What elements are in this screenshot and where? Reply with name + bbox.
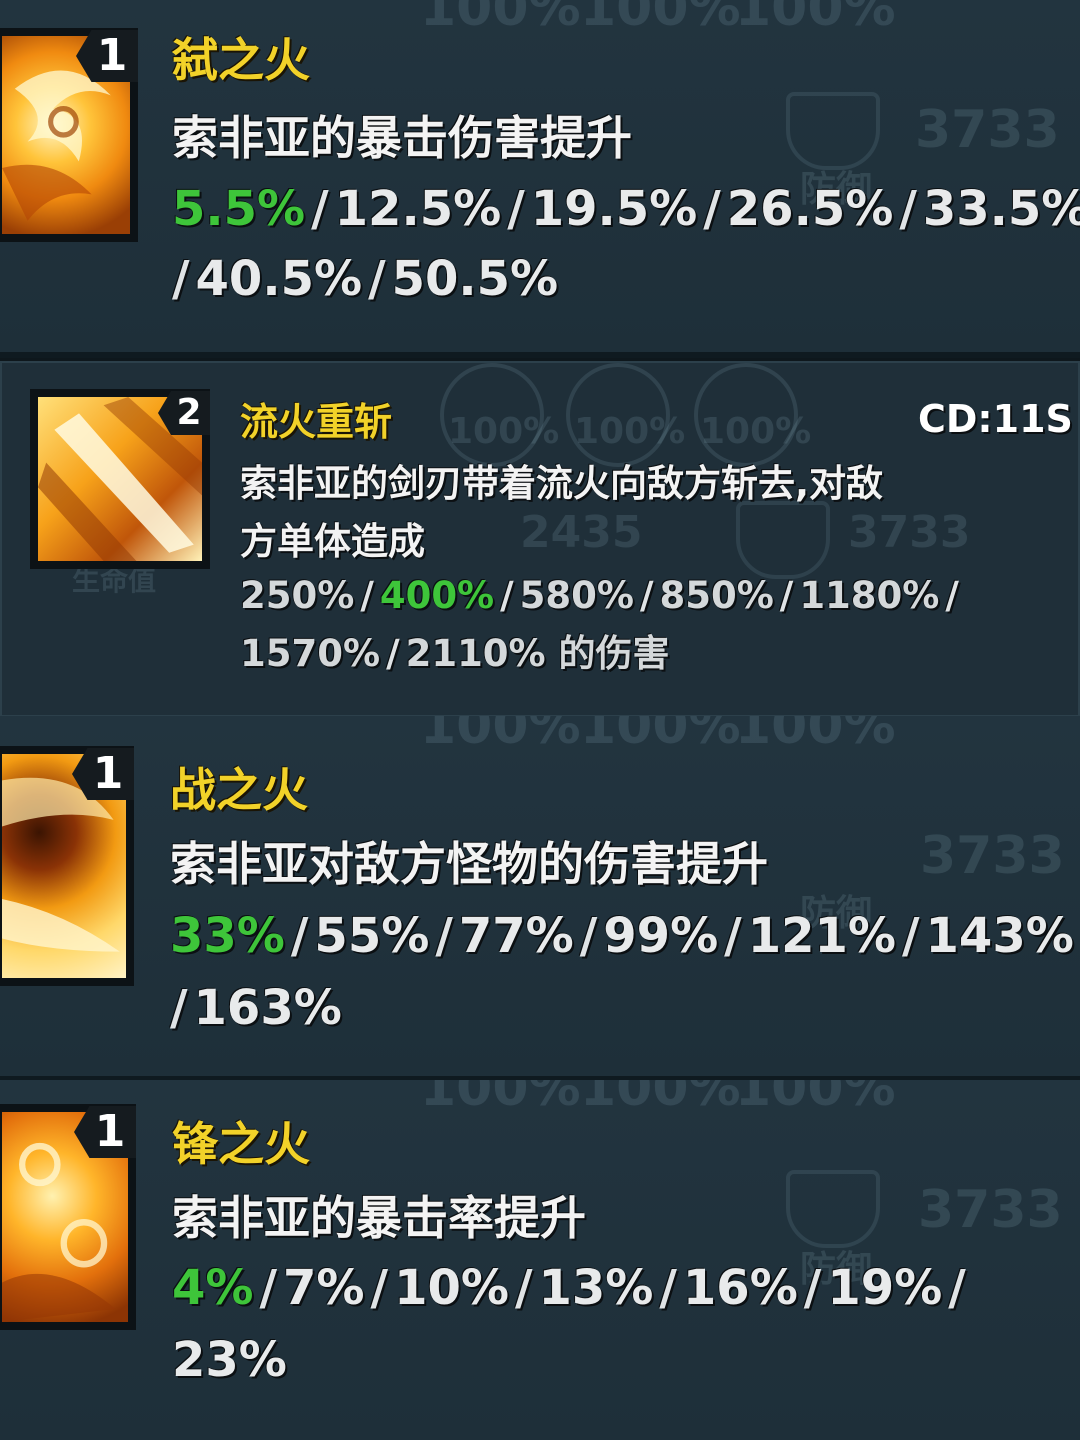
skill-description-line1: 索非亚的剑刃带着流火向敌方斩去,对敌: [240, 462, 884, 505]
value-level-6: 1570%: [240, 632, 381, 675]
bg-percent-3: 100%: [735, 0, 896, 38]
skill-panel-2: 100% 100% 100% 2435 3733 生命值 2 流火重斩 CD:1…: [0, 358, 1080, 720]
bg-percent-2: 100%: [580, 0, 741, 38]
skill-cooldown: CD:11S: [918, 397, 1073, 441]
bg-stat-value: 3733: [920, 826, 1065, 886]
skill-panel-4: 100% 100% 100% 3733 防御 1 锋之火 索非亚的暴击率提升 4…: [0, 1080, 1080, 1440]
skill-description: 索非亚的暴击率提升: [172, 1191, 586, 1245]
bg-percent-2: 100%: [580, 716, 741, 756]
bg-shield-icon: [786, 92, 880, 170]
skill-panel-1: 100% 100% 100% 3733 防御 1 弑之火 索非亚的暴击伤害提升 …: [0, 0, 1080, 352]
skill-level-values: 33%/55%/77%/99%/121%/143%/163%: [170, 908, 1074, 1036]
value-level-7: 2110%: [405, 632, 546, 675]
value-level-7: 23%: [172, 1332, 287, 1388]
value-level-1: 250%: [240, 574, 355, 617]
skill-level-values: 5.5%/12.5%/19.5%/26.5%/33.5%/40.5%/50.5%: [172, 174, 1080, 314]
value-level-4: 26.5%: [726, 181, 894, 237]
skill-title: 流火重斩: [240, 400, 393, 444]
bg-percent-1: 100%: [420, 716, 581, 756]
value-level-7: 163%: [193, 980, 342, 1036]
value-level-6: 19%: [827, 1260, 943, 1316]
bg-percent-a: 100%: [448, 411, 560, 452]
value-level-5: 121%: [747, 908, 896, 964]
bg-stat-value-3: 3733: [848, 507, 971, 558]
value-level-4: 13%: [538, 1260, 654, 1316]
skill-description-line2: 方单体造成: [240, 520, 425, 563]
value-level-3: 10%: [394, 1260, 509, 1316]
skill-title: 锋之火: [172, 1117, 310, 1171]
value-level-6: 40.5%: [195, 251, 363, 307]
bg-stat-value-2: 2435: [520, 507, 643, 558]
value-level-6: 143%: [925, 908, 1074, 964]
skill-icon-frame[interactable]: 1: [0, 1104, 136, 1330]
value-level-2: 7%: [283, 1260, 365, 1316]
value-level-5: 33.5%: [922, 181, 1080, 237]
skill-title: 弑之火: [172, 33, 310, 87]
value-level-5: 1180%: [799, 574, 940, 617]
value-level-4: 850%: [659, 574, 774, 617]
damage-suffix: 的伤害: [558, 632, 670, 675]
skill-level-values: 4%/7%/10%/13%/16%/19%/23%: [172, 1260, 966, 1388]
bg-shield-icon: [786, 1170, 880, 1248]
bg-stat-value: 3733: [918, 1180, 1063, 1240]
value-level-1: 4%: [172, 1260, 254, 1316]
skill-icon-frame[interactable]: 2: [30, 389, 210, 569]
bg-stat-value: 3733: [915, 100, 1060, 160]
skill-icon-frame[interactable]: 1: [0, 28, 138, 242]
bg-percent-b: 100%: [574, 411, 686, 452]
bg-percent-1: 100%: [420, 0, 581, 38]
value-level-4: 99%: [603, 908, 719, 964]
value-level-2: 400%: [379, 574, 495, 617]
value-level-2: 55%: [314, 908, 430, 964]
skill-icon-frame[interactable]: 1: [0, 746, 134, 986]
skill-level-values: 250%/400%/580%/850%/1180%/1570%/2110% 的伤…: [240, 574, 959, 675]
skill-description: 索非亚对敌方怪物的伤害提升: [170, 837, 768, 891]
skill-description: 索非亚的暴击伤害提升: [172, 111, 632, 165]
bg-percent-2: 100%: [580, 1080, 741, 1118]
value-level-3: 19.5%: [530, 181, 698, 237]
value-level-3: 77%: [458, 908, 574, 964]
value-level-7: 50.5%: [391, 251, 559, 307]
bg-percent-c: 100%: [700, 411, 812, 452]
bg-percent-3: 100%: [735, 716, 896, 756]
value-level-5: 16%: [682, 1260, 798, 1316]
bg-percent-3: 100%: [735, 1080, 896, 1118]
value-level-1: 5.5%: [172, 181, 306, 237]
bg-percent-1: 100%: [420, 1080, 581, 1118]
value-level-3: 580%: [519, 574, 634, 617]
value-level-2: 12.5%: [334, 181, 502, 237]
skill-panel-3: 100% 100% 100% 3733 防御 1 战之火 索非亚对敌方怪物的伤害…: [0, 716, 1080, 1076]
value-level-1: 33%: [170, 908, 285, 964]
skill-title: 战之火: [170, 763, 308, 817]
